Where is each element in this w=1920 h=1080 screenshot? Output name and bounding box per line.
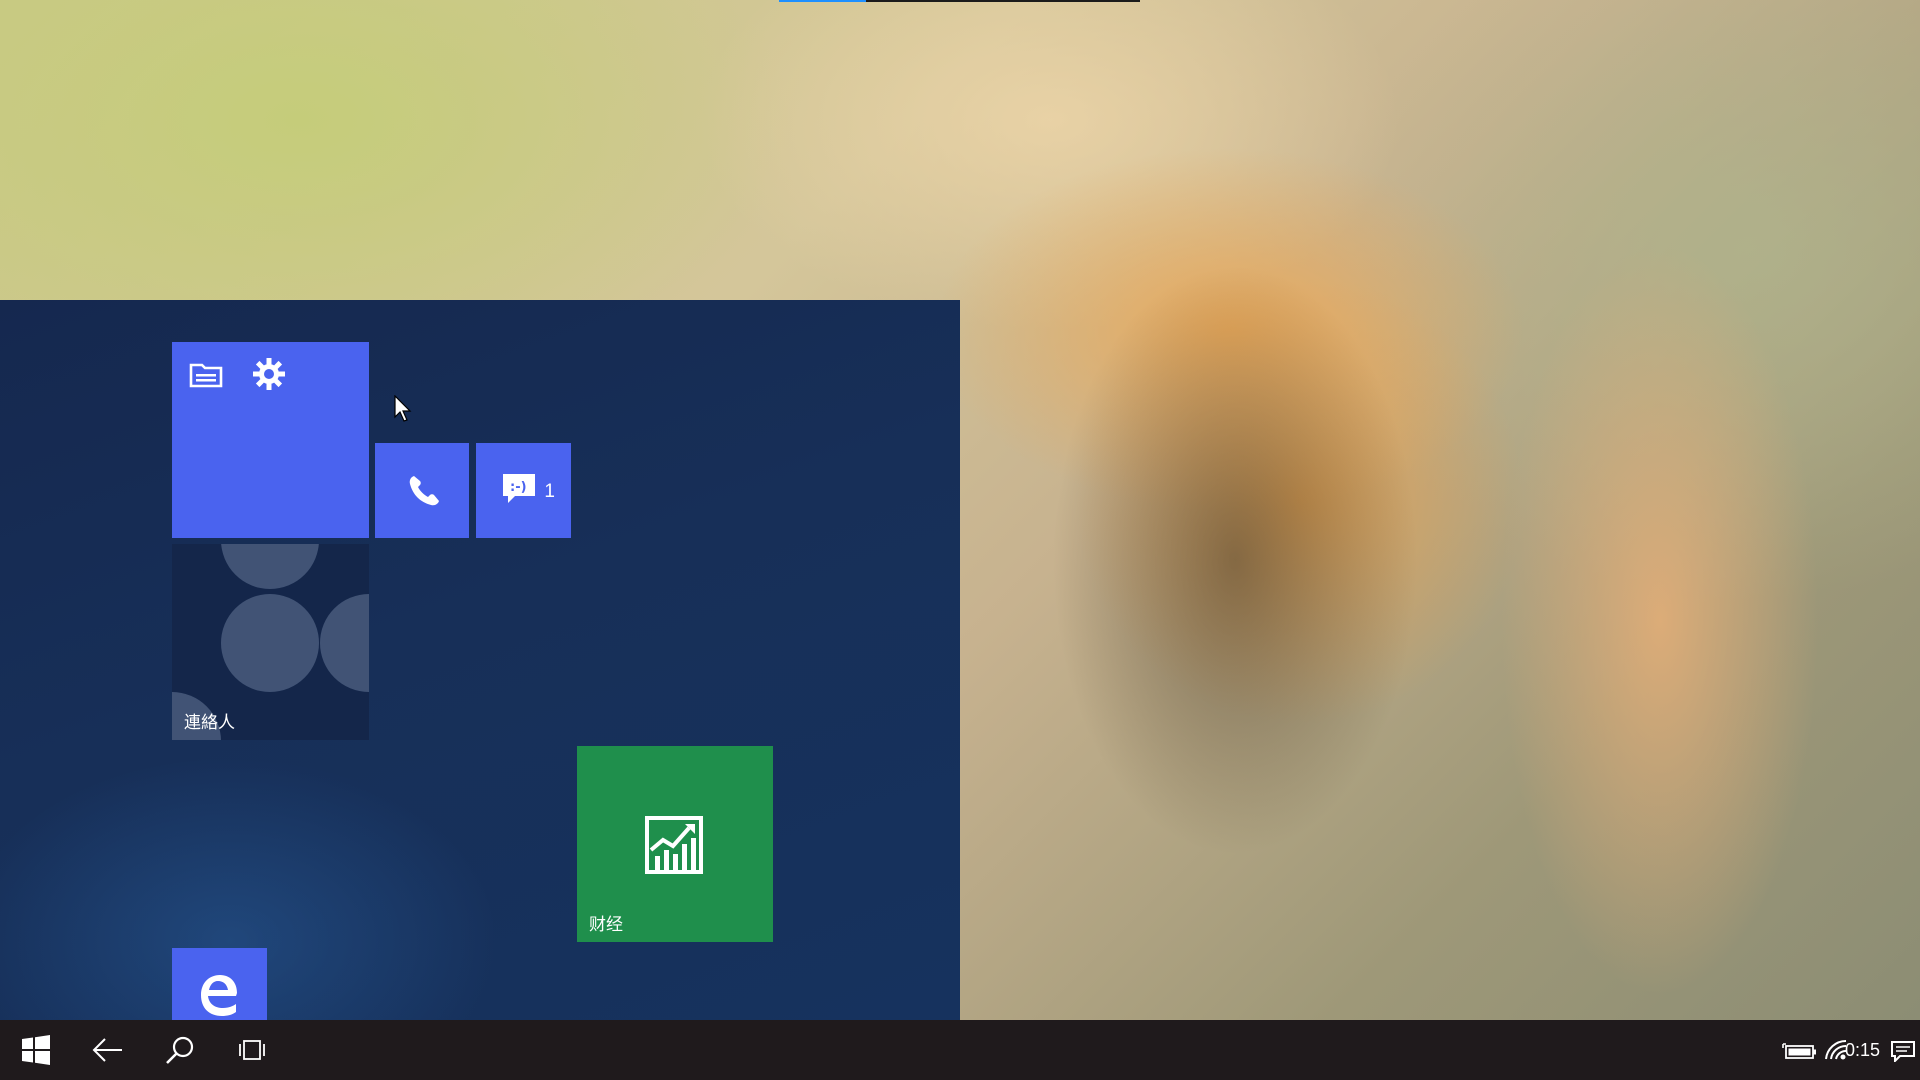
svg-text::-): :-) <box>510 480 527 495</box>
edge-tile[interactable] <box>172 948 267 1020</box>
start-menu: :-) 1 連絡人 财经 <box>0 300 960 1020</box>
contacts-tile-label: 連絡人 <box>184 713 235 732</box>
contacts-photo-placeholder <box>221 594 319 692</box>
top-progress-fill <box>779 0 866 2</box>
contacts-photo-placeholder <box>320 594 369 692</box>
messaging-tile[interactable]: :-) 1 <box>476 443 571 538</box>
finance-tile[interactable]: 财经 <box>577 746 773 942</box>
edge-icon <box>201 975 237 1016</box>
battery-icon[interactable] <box>1782 1042 1818 1060</box>
windows-start-icon <box>22 1035 50 1065</box>
phone-icon <box>409 476 439 506</box>
task-view-icon <box>239 1040 265 1060</box>
task-view-button[interactable] <box>216 1020 288 1080</box>
phone-tile[interactable] <box>375 443 469 538</box>
file-explorer-icon <box>189 363 223 388</box>
gear-icon <box>253 358 285 390</box>
search-button[interactable] <box>144 1020 216 1080</box>
message-icon: :-) <box>503 474 535 503</box>
taskbar: 0:15 <box>0 1020 1920 1080</box>
contacts-photo-placeholder <box>221 544 319 589</box>
chart-icon <box>645 816 703 874</box>
finance-tile-label: 财经 <box>589 915 623 934</box>
back-arrow-icon <box>92 1038 122 1062</box>
contacts-tile[interactable]: 連絡人 <box>172 544 369 740</box>
back-button[interactable] <box>72 1020 144 1080</box>
top-progress-bar <box>779 0 1140 2</box>
search-icon <box>166 1036 194 1064</box>
start-button[interactable] <box>0 1020 72 1080</box>
message-count-badge: 1 <box>544 481 555 502</box>
mouse-cursor <box>394 395 412 422</box>
notification-icon[interactable] <box>1890 1040 1916 1062</box>
settings-group-tile[interactable] <box>172 342 369 538</box>
taskbar-clock[interactable]: 0:15 <box>1845 1020 1880 1080</box>
